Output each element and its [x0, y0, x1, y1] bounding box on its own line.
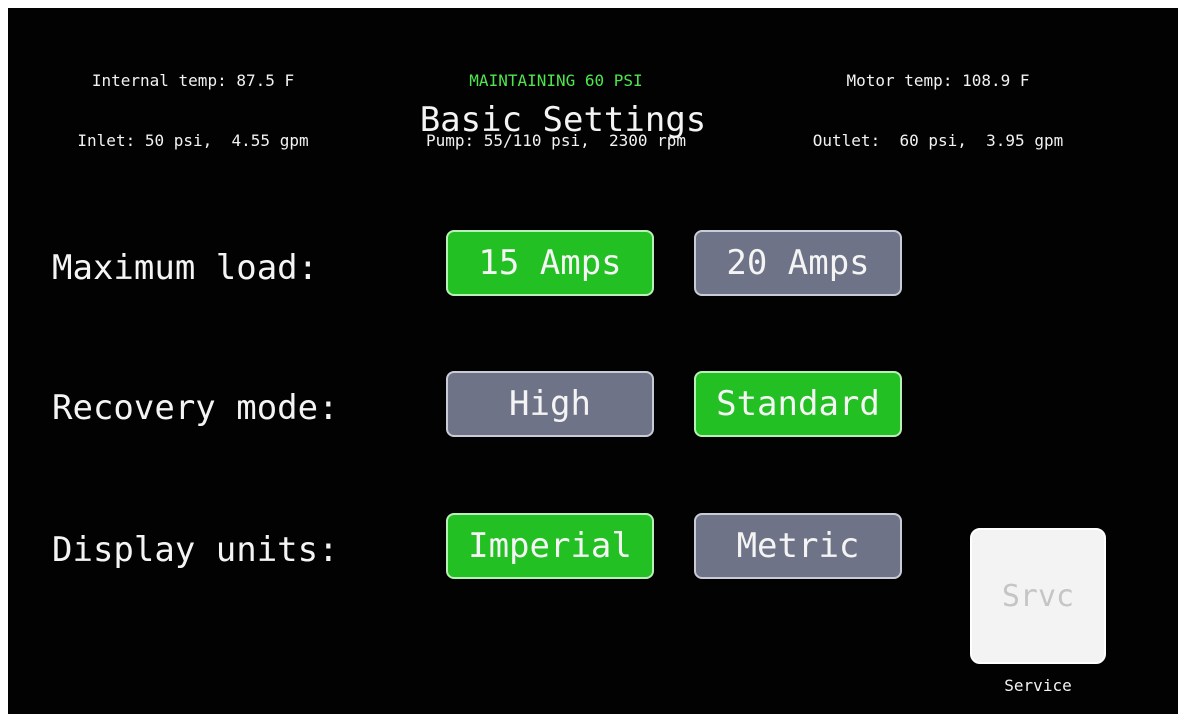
- units-imperial-button[interactable]: Imperial: [446, 513, 654, 579]
- inlet-readout: Inlet: 50 psi, 4.55 gpm: [77, 131, 309, 150]
- max-load-20-amps-button[interactable]: 20 Amps: [694, 230, 902, 296]
- units-metric-button[interactable]: Metric: [694, 513, 902, 579]
- page-title: Basic Settings: [419, 100, 707, 140]
- pressure-mode-status: MAINTAINING 60 PSI: [469, 71, 643, 90]
- recovery-mode-label: Recovery mode:: [52, 388, 339, 428]
- max-load-15-amps-button[interactable]: 15 Amps: [446, 230, 654, 296]
- status-right-panel: Motor temp: 108.9 F Outlet: 60 psi, 3.95…: [773, 31, 1103, 191]
- recovery-high-button[interactable]: High: [446, 371, 654, 437]
- service-button[interactable]: Srvc: [970, 528, 1106, 664]
- recovery-standard-button[interactable]: Standard: [694, 371, 902, 437]
- internal-temp-readout: Internal temp: 87.5 F: [91, 71, 295, 90]
- service-caption: Service: [1004, 676, 1072, 695]
- display-units-label: Display units:: [52, 530, 339, 570]
- outlet-readout: Outlet: 60 psi, 3.95 gpm: [812, 131, 1064, 150]
- motor-temp-readout: Motor temp: 108.9 F: [846, 71, 1030, 90]
- status-left-panel: Internal temp: 87.5 F Inlet: 50 psi, 4.5…: [28, 31, 358, 191]
- maximum-load-label: Maximum load:: [52, 248, 319, 288]
- touch-screen: Internal temp: 87.5 F Inlet: 50 psi, 4.5…: [8, 8, 1178, 714]
